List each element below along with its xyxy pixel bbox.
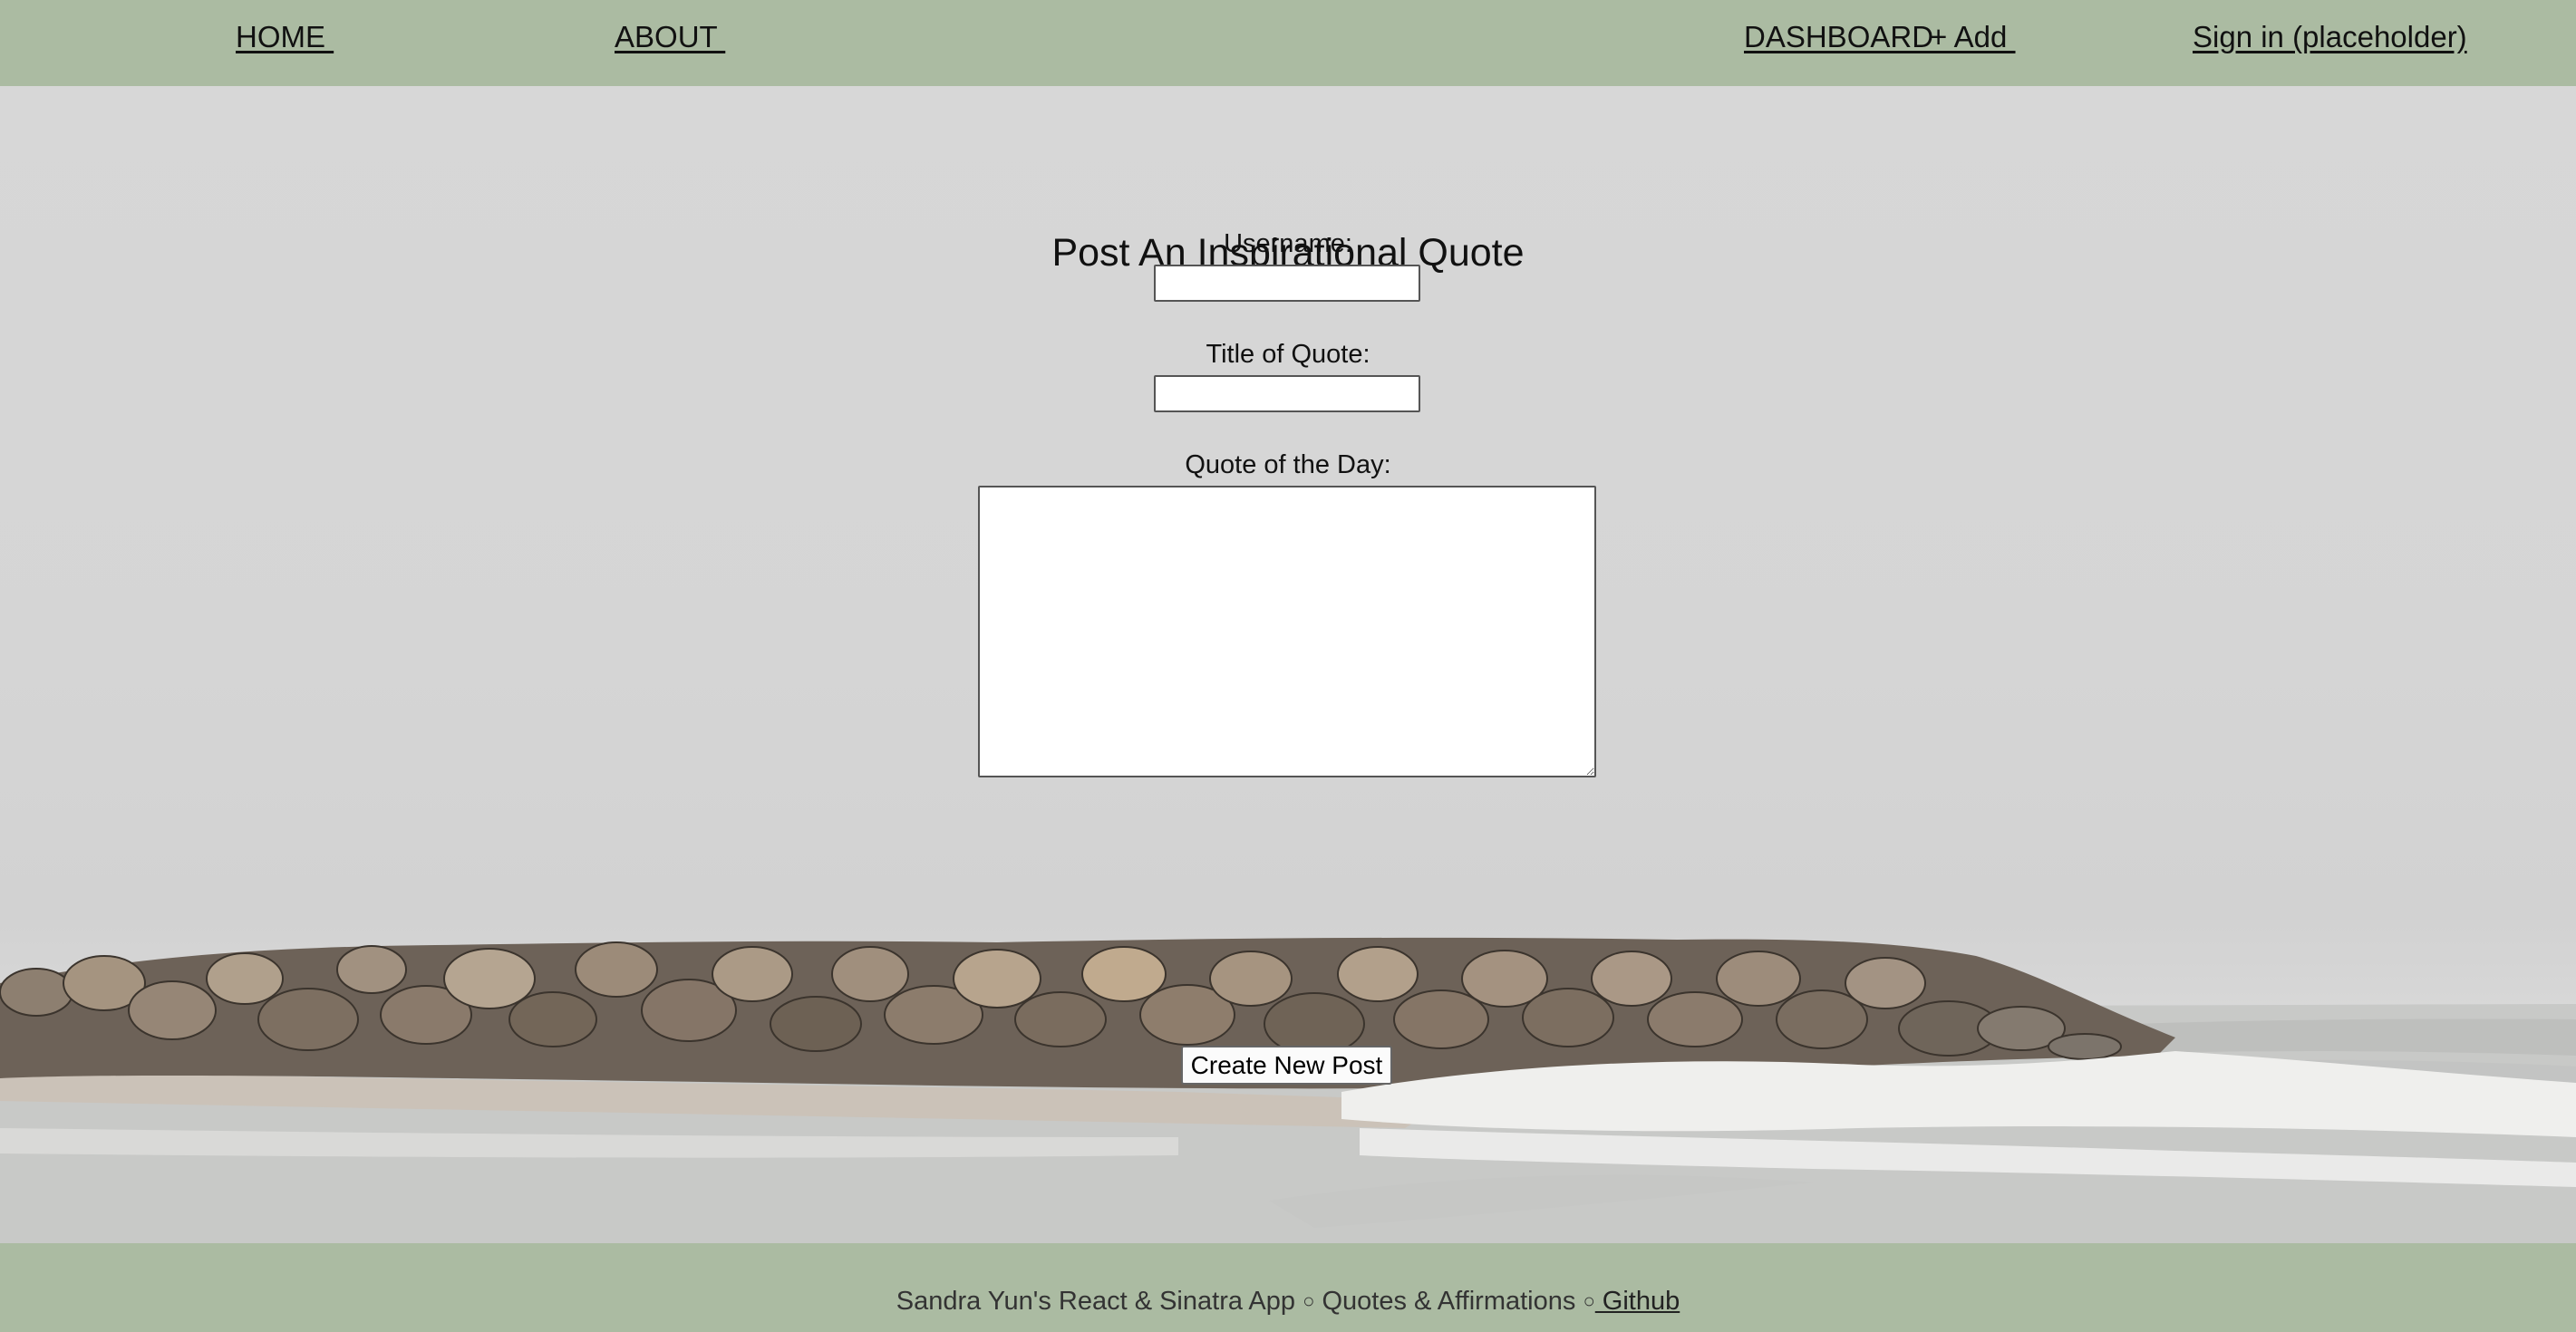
nav-home-link[interactable]: HOME <box>236 20 334 54</box>
footer-credit: Sandra Yun's React & Sinatra App <box>896 1287 1296 1316</box>
username-input[interactable] <box>1154 265 1420 302</box>
nav-add-link[interactable]: + Add <box>1930 20 2016 54</box>
quote-of-day-label: Quote of the Day: <box>1185 450 1391 479</box>
quote-title-label: Title of Quote: <box>1206 340 1370 369</box>
footer: Sandra Yun's React & Sinatra App ○ Quote… <box>0 1243 2576 1332</box>
quote-title-input[interactable] <box>1154 375 1420 412</box>
footer-tagline: Quotes & Affirmations <box>1322 1287 1576 1316</box>
footer-text: Sandra Yun's React & Sinatra App ○ Quote… <box>0 1287 2576 1317</box>
footer-separator-icon: ○ <box>1303 1289 1315 1312</box>
nav-about-link[interactable]: ABOUT <box>615 20 725 54</box>
quote-of-day-textarea[interactable] <box>978 486 1596 777</box>
footer-separator-icon: ○ <box>1583 1289 1595 1312</box>
hero-section: Post An Inspirational Quote Username: Ti… <box>0 86 2576 1243</box>
username-label: Username: <box>1224 229 1352 258</box>
nav-dashboard-link[interactable]: DASHBOARD <box>1744 20 1942 54</box>
create-new-post-button[interactable]: Create New Post <box>1181 1046 1392 1085</box>
footer-github-link[interactable]: Github <box>1595 1287 1680 1316</box>
top-navigation-bar: HOME ABOUT DASHBOARD + Add Sign in (plac… <box>0 0 2576 86</box>
nav-sign-in-link[interactable]: Sign in (placeholder) <box>2193 20 2467 54</box>
